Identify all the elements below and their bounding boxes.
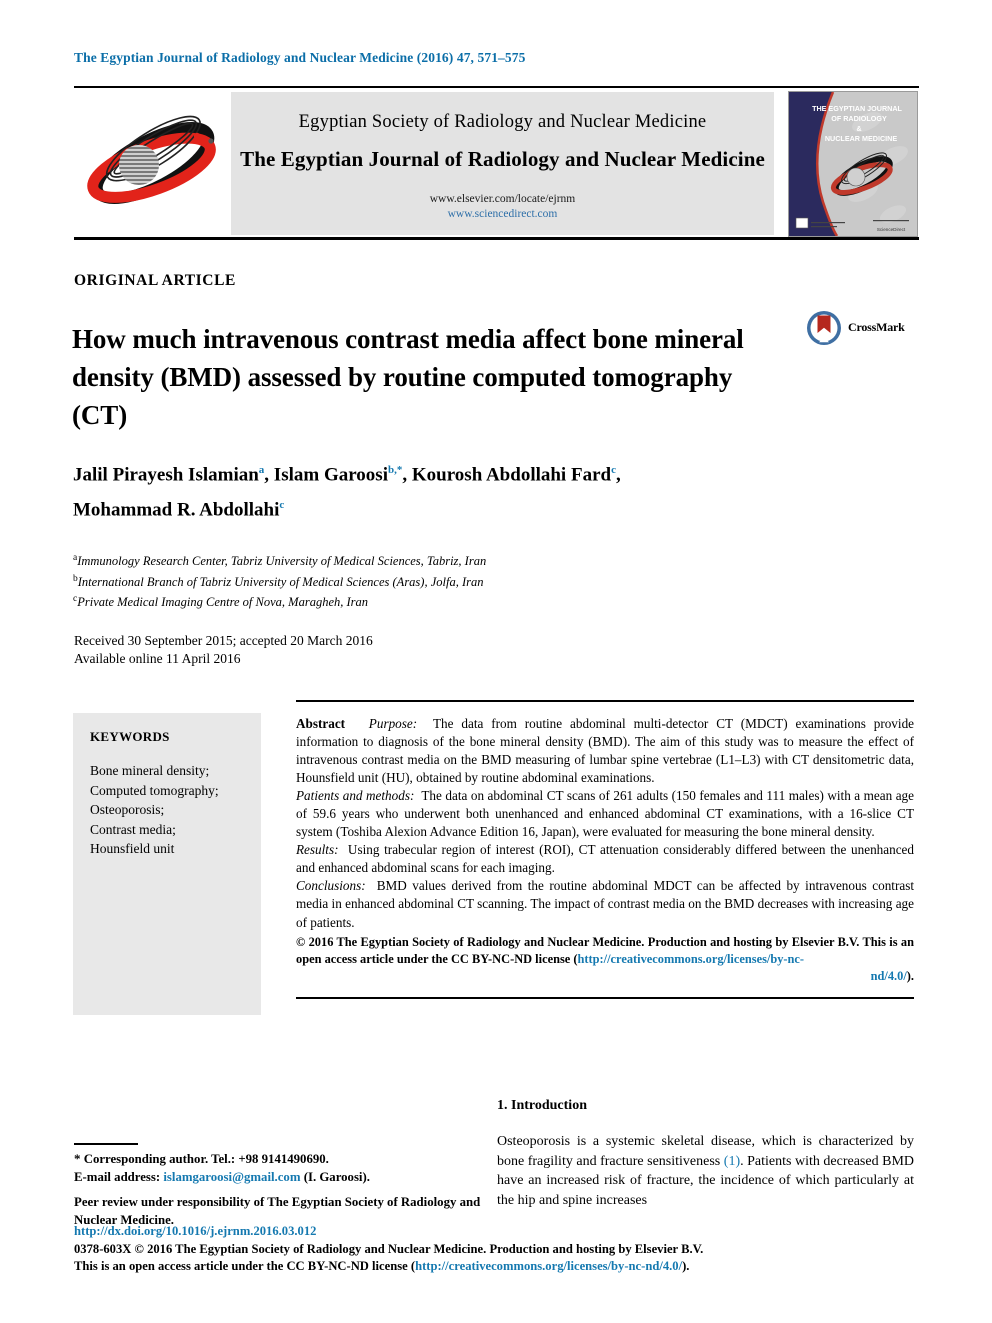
article-type-label: ORIGINAL ARTICLE <box>74 272 236 289</box>
abstract-purpose: Abstract Purpose: The data from routine … <box>296 715 914 787</box>
affiliation-text: Private Medical Imaging Centre of Nova, … <box>77 595 369 610</box>
email-label: E-mail address: <box>74 1170 161 1184</box>
section-heading-introduction: 1. Introduction <box>497 1098 587 1113</box>
abstract-conclusions-text: BMD values derived from the routine abdo… <box>296 878 914 930</box>
author-name: Jalil Pirayesh Islamian <box>73 464 259 486</box>
affiliation-list: aImmunology Research Center, Tabriz Univ… <box>73 550 903 612</box>
svg-text:THE EGYPTIAN JOURNAL: THE EGYPTIAN JOURNAL <box>812 104 902 113</box>
license-link[interactable]: http://creativecommons.org/licenses/by-n… <box>415 1259 682 1273</box>
abstract-purpose-label: Purpose: <box>368 715 418 731</box>
publisher-url[interactable]: www.elsevier.com/locate/ejrnm <box>231 192 774 207</box>
affiliation-text: International Branch of Tabriz Universit… <box>77 574 484 589</box>
abstract-license-link-tail[interactable]: nd/4.0/ <box>871 969 907 983</box>
citation-link[interactable]: (1) <box>724 1154 740 1169</box>
abstract-copyright-line1: © 2016 The Egyptian Society of Radiology… <box>296 934 860 949</box>
journal-article-page: The Egyptian Journal of Radiology and Nu… <box>0 0 992 1323</box>
svg-text:&: & <box>856 126 861 133</box>
affiliation-text: Immunology Research Center, Tabriz Unive… <box>77 554 487 569</box>
issn-copyright-line: 0378-603X © 2016 The Egyptian Society of… <box>74 1241 704 1256</box>
corresponding-author-footnote: * Corresponding author. Tel.: +98 914149… <box>74 1150 494 1168</box>
svg-text:ScienceDirect: ScienceDirect <box>877 227 906 232</box>
author-name: , Kourosh Abdollahi Fard <box>402 464 612 486</box>
keyword-item: Bone mineral density; <box>90 763 210 778</box>
affiliation-item: aImmunology Research Center, Tabriz Univ… <box>73 550 903 571</box>
masthead-rule-top <box>74 86 919 88</box>
affiliation-item: bInternational Branch of Tabriz Universi… <box>73 571 903 592</box>
author-separator: , <box>615 464 621 486</box>
svg-text:NUCLEAR MEDICINE: NUCLEAR MEDICINE <box>825 134 897 143</box>
abstract-results-label: Results: <box>296 842 339 858</box>
abstract-section: Abstract Purpose: The data from routine … <box>296 700 914 999</box>
abstract-rule-bottom <box>296 997 914 999</box>
keyword-item: Osteoporosis; <box>90 802 165 817</box>
footnote-block: * Corresponding author. Tel.: +98 914149… <box>74 1150 494 1229</box>
affiliation-item: cPrivate Medical Imaging Centre of Nova,… <box>73 591 903 612</box>
running-head: The Egyptian Journal of Radiology and Nu… <box>74 50 526 65</box>
author-name: Mohammad R. Abdollahi <box>73 499 280 521</box>
abstract-rule-top <box>296 700 914 702</box>
svg-text:OF RADIOLOGY: OF RADIOLOGY <box>831 114 887 123</box>
abstract-license-link[interactable]: http://creativecommons.org/licenses/by-n… <box>578 952 805 966</box>
footnote-separator-rule <box>74 1143 138 1145</box>
abstract-license-tail: nd/4.0/). <box>296 968 914 985</box>
journal-masthead: Egyptian Society of Radiology and Nuclea… <box>74 86 919 240</box>
abstract-conclusions: Conclusions: BMD values derived from the… <box>296 877 914 931</box>
crossmark-label: CrossMark <box>848 320 905 334</box>
email-owner: (I. Garoosi). <box>303 1170 370 1184</box>
abstract-label: Abstract <box>296 715 346 731</box>
keyword-item: Computed tomography; <box>90 782 219 798</box>
abstract-copyright: © 2016 The Egyptian Society of Radiology… <box>296 934 914 968</box>
crossmark-badge[interactable]: CrossMark <box>806 310 912 346</box>
keywords-list: Bone mineral density; Computed tomograph… <box>90 761 261 859</box>
author-affil-marker: c <box>279 499 285 512</box>
doi-link[interactable]: http://dx.doi.org/10.1016/j.ejrnm.2016.0… <box>74 1223 919 1241</box>
available-online-line: Available online 11 April 2016 <box>74 651 241 666</box>
abstract-conclusions-label: Conclusions: <box>296 878 366 894</box>
email-link[interactable]: islamgaroosi@gmail.com <box>163 1170 300 1184</box>
license-post: ). <box>682 1259 690 1274</box>
email-footnote: E-mail address: islamgaroosi@gmail.com (… <box>74 1168 494 1186</box>
society-logo-icon <box>78 100 228 226</box>
page-title: How much intravenous contrast media affe… <box>72 324 744 431</box>
author-name: , Islam Garoosi <box>264 464 388 486</box>
masthead-center-panel: Egyptian Society of Radiology and Nuclea… <box>231 92 774 235</box>
journal-cover-thumbnail: THE EGYPTIAN JOURNAL OF RADIOLOGY & NUCL… <box>788 91 918 237</box>
keyword-item: Contrast media; <box>90 821 176 837</box>
article-history: Received 30 September 2015; accepted 20 … <box>74 632 373 668</box>
masthead-rule-bottom <box>74 237 919 240</box>
journal-name: The Egyptian Journal of Radiology and Nu… <box>240 147 765 171</box>
sciencedirect-url[interactable]: www.sciencedirect.com <box>231 207 774 222</box>
license-pre: This is an open access article under the… <box>74 1259 416 1274</box>
abstract-results: Results: Using trabecular region of inte… <box>296 841 914 877</box>
abstract-results-text: Using trabecular region of interest (ROI… <box>296 842 914 876</box>
corresponding-star: * <box>74 1151 81 1166</box>
abstract-license-close: ). <box>906 969 914 984</box>
abstract-methods-label: Patients and methods: <box>296 787 415 803</box>
received-accepted-line: Received 30 September 2015; accepted 20 … <box>74 633 373 648</box>
keyword-item: Hounsfield unit <box>90 841 175 856</box>
keywords-panel: KEYWORDS Bone mineral density; Computed … <box>73 713 261 1015</box>
corresponding-author-text: Corresponding author. Tel.: +98 91414906… <box>83 1152 329 1166</box>
journal-urls: www.elsevier.com/locate/ejrnm www.scienc… <box>231 192 774 222</box>
crossmark-badge-icon <box>806 310 842 346</box>
abstract-methods: Patients and methods: The data on abdomi… <box>296 787 914 841</box>
publisher-block: http://dx.doi.org/10.1016/j.ejrnm.2016.0… <box>74 1223 919 1276</box>
introduction-paragraph: Osteoporosis is a systemic skeletal dise… <box>497 1132 914 1210</box>
society-name: Egyptian Society of Radiology and Nuclea… <box>298 112 707 132</box>
keywords-heading: KEYWORDS <box>90 729 170 744</box>
author-affil-marker: b, <box>387 464 397 476</box>
author-list: Jalil Pirayesh Islamiana, Islam Garoosib… <box>73 455 903 526</box>
